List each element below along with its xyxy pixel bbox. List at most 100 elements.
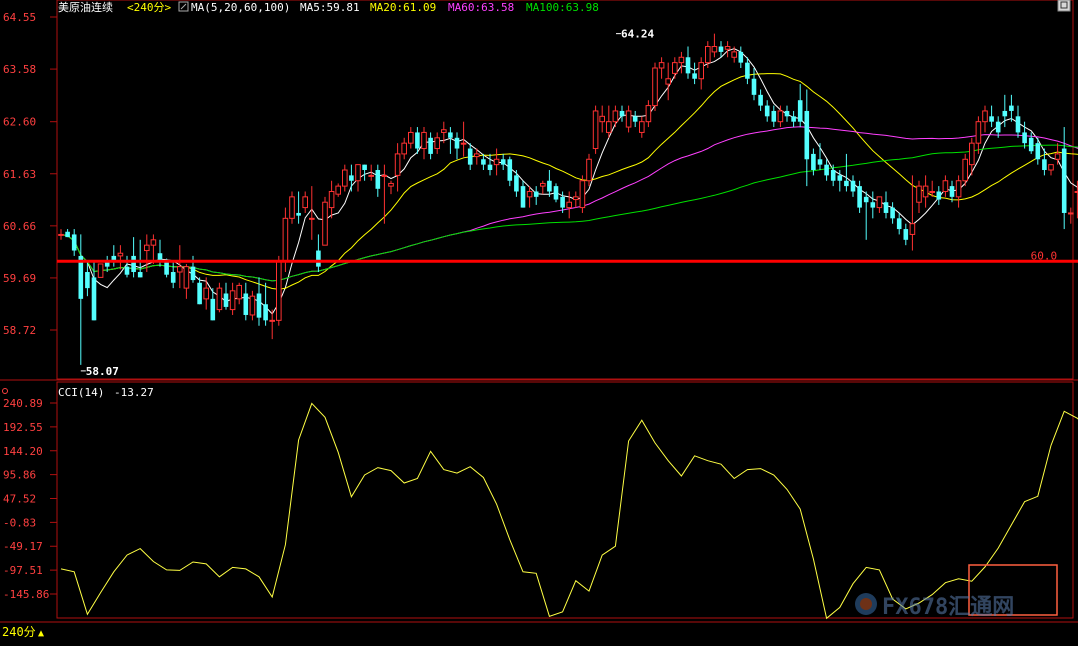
- candle-body-down: [316, 250, 321, 267]
- candle-body-down: [817, 159, 823, 165]
- candle-body-up: [982, 110, 988, 123]
- watermark-emblem-core: [860, 598, 872, 610]
- candle-body-up: [269, 319, 275, 322]
- candle-body-up: [922, 185, 929, 198]
- candle-body-up: [658, 62, 665, 69]
- candle-body-down: [870, 202, 876, 208]
- candle-body-up: [962, 158, 969, 182]
- candle-body-down: [91, 277, 97, 321]
- candle-body-up: [606, 121, 612, 133]
- candle-body-up: [909, 223, 916, 235]
- candle-body-down: [857, 186, 862, 208]
- candle-body-down: [507, 159, 513, 181]
- candle-body-down: [362, 164, 367, 171]
- candle-body-down: [349, 175, 354, 181]
- candle-body-up: [731, 51, 738, 58]
- cci-tick-label: 192.55: [3, 421, 43, 434]
- candle-body-up: [586, 158, 592, 182]
- cci-tick-label: 47.52: [3, 492, 36, 505]
- candle-body-down: [1015, 116, 1021, 133]
- candle-body-down: [811, 153, 816, 171]
- period-tag: <240分>: [127, 1, 171, 14]
- price-tick-label: 59.69: [3, 272, 36, 285]
- candle-body-up: [282, 217, 289, 262]
- cci-tick-label: 144.20: [3, 445, 43, 458]
- candle-body-up: [1054, 153, 1061, 160]
- candle-body-down: [500, 159, 506, 165]
- candle-body-down: [718, 46, 724, 52]
- candle-body-down: [784, 110, 790, 117]
- watermark-text: FX678汇通网: [882, 595, 1014, 620]
- candle-body-down: [415, 132, 420, 149]
- candle-body-up: [566, 201, 573, 209]
- candle-body-up: [672, 62, 678, 74]
- candle-body-up: [183, 266, 190, 289]
- candle-body-down: [547, 180, 552, 192]
- cci-tick-label: -0.83: [3, 516, 36, 529]
- candle-body-up: [177, 266, 183, 273]
- panel-handle-icon[interactable]: [2, 388, 8, 394]
- candle-body-up: [302, 196, 308, 209]
- candle-body-down: [448, 132, 453, 138]
- chart-svg: 美原油连续 <240分> MA(5,20,60,100) MA5:59.81 M…: [0, 0, 1078, 640]
- candle-body-up: [540, 182, 546, 187]
- candle-body-down: [65, 231, 70, 238]
- candle-body-down: [520, 186, 526, 208]
- price-tick-label: 64.55: [3, 11, 36, 24]
- candle-body-down: [428, 137, 433, 154]
- candle-body-down: [936, 191, 942, 200]
- candle-body-up: [408, 131, 414, 144]
- candle-body-down: [738, 51, 744, 63]
- candle-body-up: [342, 169, 348, 187]
- candle-body-up: [381, 174, 388, 177]
- candle-body-down: [764, 105, 770, 117]
- candle-body-down: [467, 148, 473, 165]
- candle-body-down: [751, 78, 757, 95]
- candle-body-down: [1061, 148, 1067, 213]
- candle-body-down: [837, 175, 843, 181]
- candle-body-up: [394, 153, 401, 176]
- candle-body-down: [830, 170, 836, 181]
- price-tick-label: 60.66: [3, 220, 36, 233]
- candle-body-down: [989, 116, 994, 122]
- candle-body-down: [296, 212, 301, 216]
- candle-body-down: [844, 180, 849, 187]
- candle-body-down: [210, 298, 216, 321]
- candle-body-up: [309, 217, 315, 220]
- ma5-label: MA5:59.81: [300, 1, 360, 14]
- candle-body-down: [190, 266, 196, 281]
- candle-body-down: [164, 261, 169, 275]
- ma60-label: MA60:63.58: [448, 1, 514, 14]
- candle-body-up: [58, 233, 64, 236]
- candle-body-up: [592, 110, 599, 150]
- candle-body-down: [797, 100, 803, 122]
- candle-body-down: [243, 293, 249, 315]
- candle-body-down: [1035, 143, 1041, 160]
- candle-body-up: [368, 174, 374, 177]
- candlesticks: [58, 33, 1078, 365]
- candle-body-down: [758, 94, 763, 106]
- candle-body-up: [249, 295, 256, 316]
- candle-body-down: [71, 234, 77, 251]
- price-tick-label: 58.72: [3, 324, 36, 337]
- candle-body-down: [1028, 137, 1034, 152]
- candle-body-up: [434, 137, 440, 150]
- candle-body-down: [771, 110, 777, 122]
- candle-body-up: [975, 121, 982, 144]
- candle-body-down: [1002, 110, 1008, 117]
- candle-body-up: [942, 180, 949, 192]
- candle-body-down: [632, 116, 638, 122]
- candle-body-up: [665, 78, 672, 85]
- candle-body-down: [824, 164, 829, 176]
- settings-icon-mark: [180, 3, 187, 10]
- candle-body-down: [85, 272, 90, 289]
- cci-tick-label: -49.17: [3, 540, 43, 553]
- candle-body-down: [850, 180, 856, 192]
- candle-body-up: [150, 239, 157, 246]
- ma-params: MA(5,20,60,100): [191, 1, 290, 14]
- period-tab[interactable]: 240分: [2, 625, 36, 639]
- candle-body-up: [276, 260, 282, 321]
- cci-panel-frame: [56, 381, 1074, 619]
- support-value-label: 60.0: [1031, 249, 1058, 262]
- period-tab-arrow[interactable]: ▲: [38, 628, 44, 639]
